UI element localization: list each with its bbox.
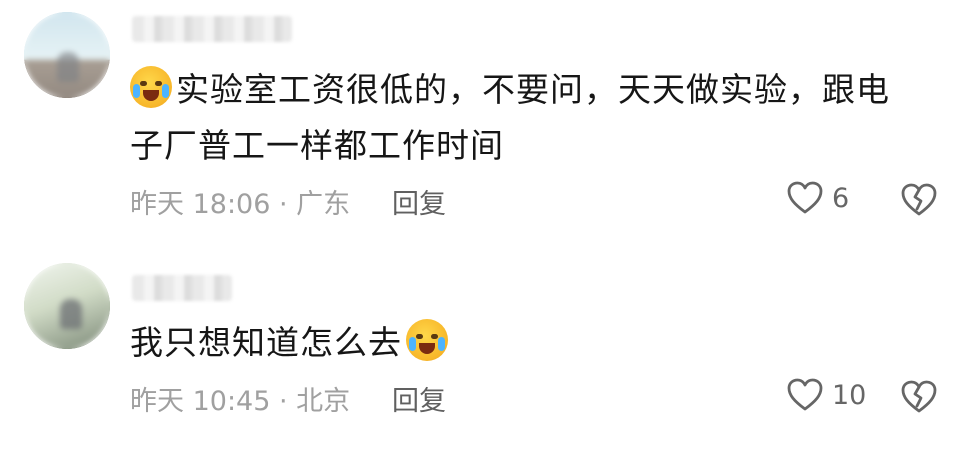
username-blurred[interactable] [132,275,232,301]
crying-face-icon [130,66,172,108]
heart-icon [787,181,823,214]
comment-meta: 昨天 10:45 · 北京 回复 [130,379,446,418]
username-blurred[interactable] [132,16,292,42]
avatar[interactable] [24,12,110,98]
broken-heart-icon[interactable] [900,182,938,218]
sob-face-icon [406,319,448,361]
reply-button[interactable]: 回复 [392,379,446,418]
broken-heart-icon[interactable] [900,379,938,415]
reply-button[interactable]: 回复 [392,182,446,221]
like-button[interactable]: 10 [786,377,866,413]
comment-meta: 昨天 18:06 · 广东 回复 [130,182,446,221]
comment-item: 实验室工资很低的，不要问，天天做实验，跟电 子厂普工一样都工作时间 昨天 18:… [0,0,968,230]
avatar[interactable] [24,263,110,349]
like-count: 6 [832,182,850,214]
comment-text: 我只想知道怎么去 [130,315,930,371]
comment-item: 我只想知道怎么去 昨天 10:45 · 北京 回复 10 [0,255,968,452]
like-button[interactable]: 6 [786,180,849,216]
comment-text: 实验室工资很低的，不要问，天天做实验，跟电 子厂普工一样都工作时间 [130,62,930,174]
like-count: 10 [832,379,867,411]
heart-icon [787,378,823,411]
